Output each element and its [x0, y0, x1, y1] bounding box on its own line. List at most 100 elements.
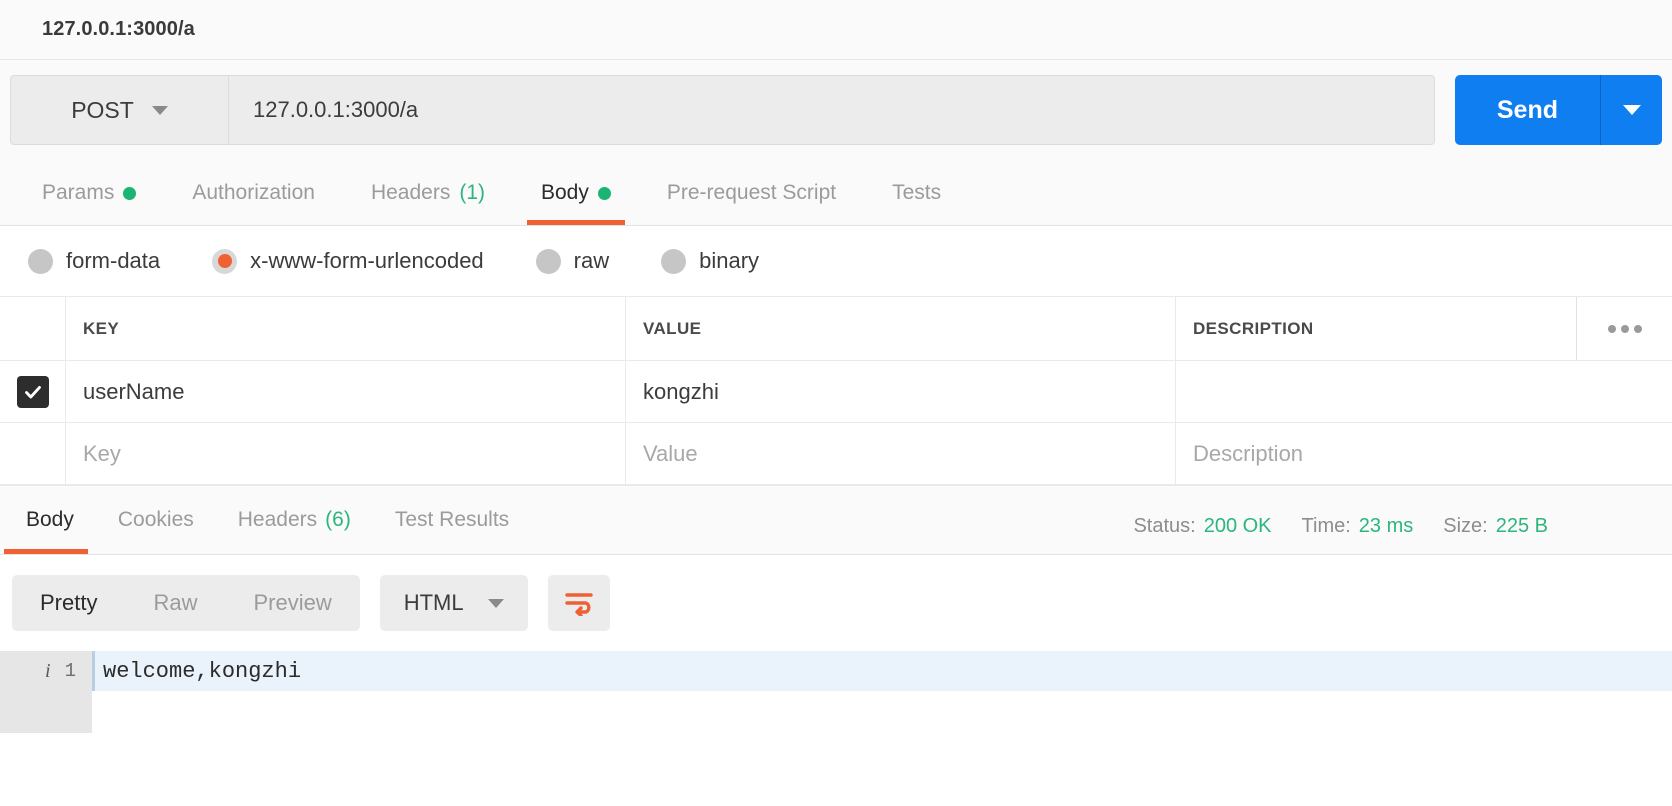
tab-pre-request-script[interactable]: Pre-request Script	[639, 161, 864, 225]
radio-raw[interactable]: raw	[535, 248, 610, 274]
tab-authorization[interactable]: Authorization	[164, 161, 343, 225]
response-tab-cookies[interactable]: Cookies	[96, 486, 216, 554]
tab-body[interactable]: Body	[513, 161, 639, 225]
response-body-viewer: i 1 welcome,kongzhi	[0, 651, 1672, 733]
table-row-empty: Key Value Description	[0, 423, 1672, 485]
radio-icon	[535, 248, 561, 274]
title-bar: 127.0.0.1:3000/a	[0, 0, 1672, 60]
column-header-description: DESCRIPTION	[1193, 318, 1314, 338]
code-line: i 1 welcome,kongzhi	[0, 651, 1672, 691]
new-row-key-input[interactable]: Key	[66, 423, 626, 484]
tab-params[interactable]: Params	[14, 161, 164, 225]
table-row: userName kongzhi	[0, 361, 1672, 423]
code-line-text-blank[interactable]	[92, 692, 1672, 732]
new-row-value-input[interactable]: Value	[626, 423, 1176, 484]
tab-label: Body	[26, 508, 74, 531]
code-line-text[interactable]: welcome,kongzhi	[92, 651, 1672, 691]
line-number: 1	[64, 660, 76, 682]
view-mode-raw[interactable]: Raw	[125, 575, 225, 631]
url-input[interactable]: 127.0.0.1:3000/a	[228, 75, 1435, 145]
response-bar: Body Cookies Headers (6) Test Results St…	[0, 485, 1672, 555]
response-tab-headers[interactable]: Headers (6)	[216, 486, 373, 554]
response-meta: Status: 200 OK Time: 23 ms Size: 225 B	[1133, 515, 1672, 554]
response-tab-bar: Body Cookies Headers (6) Test Results	[0, 486, 531, 554]
new-row-description-input[interactable]: Description	[1176, 423, 1672, 484]
ellipsis-icon	[1620, 324, 1629, 333]
radio-binary[interactable]: binary	[661, 248, 759, 274]
chevron-down-icon	[151, 105, 168, 115]
response-tab-test-results[interactable]: Test Results	[373, 486, 531, 554]
chevron-down-icon	[487, 598, 504, 608]
time-badge: Time: 23 ms	[1302, 515, 1414, 538]
response-tab-body[interactable]: Body	[4, 486, 96, 554]
line-gutter-blank	[0, 691, 92, 733]
modified-dot-icon	[597, 186, 611, 200]
size-badge: Size: 225 B	[1443, 515, 1548, 538]
ellipsis-icon	[1633, 324, 1642, 333]
tab-headers[interactable]: Headers (1)	[343, 161, 513, 225]
response-view-toolbar: Pretty Raw Preview HTML	[0, 555, 1672, 651]
time-value: 23 ms	[1358, 515, 1414, 537]
view-mode-pretty[interactable]: Pretty	[12, 575, 125, 631]
row-check-cell	[0, 361, 66, 422]
column-header-key: KEY	[66, 297, 626, 360]
tab-label: Body	[541, 181, 589, 204]
tab-count: (6)	[325, 508, 351, 531]
status-badge: Status: 200 OK	[1133, 515, 1271, 538]
bulk-edit-button[interactable]	[1576, 297, 1672, 360]
send-button[interactable]: Send	[1454, 75, 1600, 145]
line-gutter: i 1	[0, 651, 92, 691]
tab-label: Tests	[892, 181, 942, 204]
word-wrap-toggle[interactable]	[547, 575, 610, 631]
tab-label: Headers	[237, 508, 318, 531]
radio-label: x-www-form-urlencoded	[250, 248, 484, 273]
row-check-cell	[0, 423, 66, 484]
view-mode-group: Pretty Raw Preview	[12, 575, 360, 631]
tab-label: Params	[42, 181, 115, 204]
tab-label: Test Results	[394, 508, 510, 531]
chevron-down-icon	[1622, 105, 1641, 115]
row-description-input[interactable]	[1176, 361, 1672, 422]
word-wrap-icon	[564, 593, 593, 616]
table-header-row: KEY VALUE DESCRIPTION	[0, 297, 1672, 361]
info-icon[interactable]: i	[45, 660, 51, 683]
tab-label: Authorization	[192, 181, 315, 204]
table-header-check-cell	[0, 297, 66, 360]
radio-inner-dot	[217, 254, 232, 268]
radio-label: form-data	[66, 248, 161, 273]
radio-x-www-form-urlencoded[interactable]: x-www-form-urlencoded	[212, 248, 484, 274]
page-title: 127.0.0.1:3000/a	[42, 18, 195, 40]
radio-form-data[interactable]: form-data	[28, 248, 160, 274]
send-options-button[interactable]	[1600, 75, 1662, 145]
response-format-selector[interactable]: HTML	[379, 575, 528, 631]
size-label: Size:	[1443, 515, 1488, 537]
tab-count: (1)	[459, 181, 485, 204]
code-line-blank	[0, 691, 1672, 733]
request-url-bar: POST 127.0.0.1:3000/a Send	[0, 60, 1672, 160]
row-checkbox-checked[interactable]	[16, 375, 49, 408]
tab-label: Pre-request Script	[666, 181, 837, 204]
response-format-label: HTML	[403, 590, 464, 615]
http-method-selector[interactable]: POST	[10, 75, 228, 145]
request-tab-bar: Params Authorization Headers (1) Body Pr…	[0, 160, 1672, 226]
tab-label: Headers	[370, 181, 451, 204]
row-key-input[interactable]: userName	[66, 361, 626, 422]
status-value: 200 OK	[1203, 515, 1272, 537]
radio-icon-selected	[212, 248, 238, 274]
row-value-input[interactable]: kongzhi	[626, 361, 1176, 422]
http-method-label: POST	[71, 96, 134, 123]
radio-label: binary	[699, 248, 760, 273]
status-label: Status:	[1133, 515, 1196, 537]
request-body-table: KEY VALUE DESCRIPTION userName kongzhi K…	[0, 296, 1672, 485]
size-value: 225 B	[1495, 515, 1548, 537]
radio-icon	[28, 248, 53, 274]
tab-label: Cookies	[117, 508, 194, 531]
tab-tests[interactable]: Tests	[864, 161, 969, 225]
modified-dot-icon	[123, 186, 137, 200]
send-button-group: Send	[1454, 75, 1662, 145]
view-mode-preview[interactable]: Preview	[225, 575, 359, 631]
radio-icon	[661, 248, 687, 274]
column-header-value: VALUE	[626, 297, 1176, 360]
radio-label: raw	[573, 248, 610, 273]
time-label: Time:	[1301, 515, 1351, 537]
